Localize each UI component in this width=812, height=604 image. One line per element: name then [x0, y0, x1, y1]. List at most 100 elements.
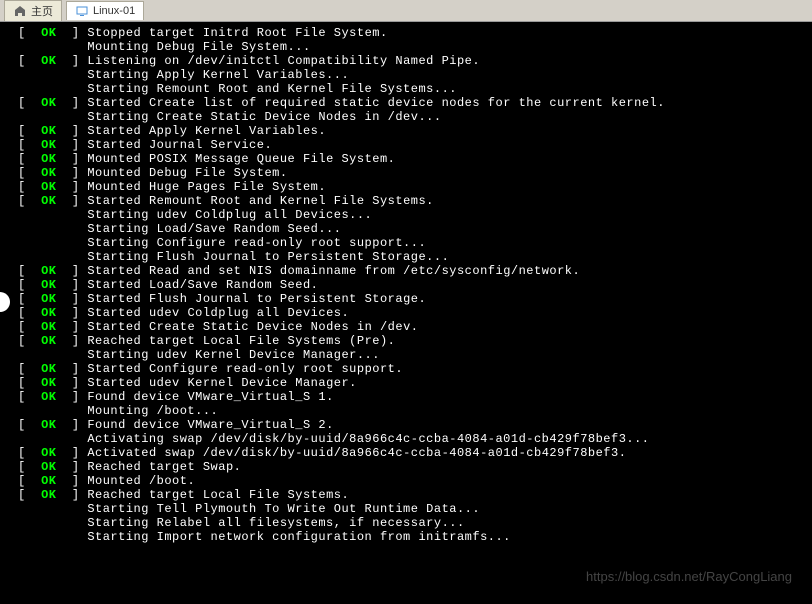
status-indent: [18, 68, 87, 82]
console-message: Found device VMware_Virtual_S 2.: [87, 418, 333, 432]
console-message: Starting udev Coldplug all Devices...: [87, 208, 372, 222]
status-prefix: [ OK ]: [18, 26, 87, 40]
status-indent: [18, 516, 87, 530]
console-message: Started udev Kernel Device Manager.: [87, 376, 357, 390]
status-prefix: [ OK ]: [18, 264, 87, 278]
status-prefix: [ OK ]: [18, 278, 87, 292]
status-prefix: [ OK ]: [18, 166, 87, 180]
console-message: Started Flush Journal to Persistent Stor…: [87, 292, 426, 306]
console-line: [ OK ] Started Create list of required s…: [18, 96, 794, 110]
status-ok: OK: [41, 278, 56, 292]
console-line: [ OK ] Started Create Static Device Node…: [18, 320, 794, 334]
status-ok: OK: [41, 418, 56, 432]
status-ok: OK: [41, 306, 56, 320]
console-message: Starting Remount Root and Kernel File Sy…: [87, 82, 457, 96]
status-prefix: [ OK ]: [18, 488, 87, 502]
console-message: Starting Relabel all filesystems, if nec…: [87, 516, 464, 530]
status-ok: OK: [41, 138, 56, 152]
console-message: Started Remount Root and Kernel File Sys…: [87, 194, 434, 208]
status-prefix: [ OK ]: [18, 180, 87, 194]
status-ok: OK: [41, 54, 56, 68]
console-line: Starting Load/Save Random Seed...: [18, 222, 794, 236]
console-message: Listening on /dev/initctl Compatibility …: [87, 54, 480, 68]
console-line: [ OK ] Mounted /boot.: [18, 474, 794, 488]
console-line: [ OK ] Reached target Swap.: [18, 460, 794, 474]
console-message: Started Load/Save Random Seed.: [87, 278, 318, 292]
status-prefix: [ OK ]: [18, 306, 87, 320]
console-line: Mounting /boot...: [18, 404, 794, 418]
console-line: Starting Tell Plymouth To Write Out Runt…: [18, 502, 794, 516]
status-indent: [18, 404, 87, 418]
console-line: [ OK ] Listening on /dev/initctl Compati…: [18, 54, 794, 68]
home-icon: [13, 4, 27, 18]
console-message: Starting Configure read-only root suppor…: [87, 236, 426, 250]
status-prefix: [ OK ]: [18, 96, 87, 110]
console-line: [ OK ] Started Journal Service.: [18, 138, 794, 152]
console-message: Stopped target Initrd Root File System.: [87, 26, 387, 40]
console-line: Starting udev Coldplug all Devices...: [18, 208, 794, 222]
status-ok: OK: [41, 474, 56, 488]
console-message: Starting Flush Journal to Persistent Sto…: [87, 250, 449, 264]
console-line: Mounting Debug File System...: [18, 40, 794, 54]
console-line: [ OK ] Found device VMware_Virtual_S 2.: [18, 418, 794, 432]
status-ok: OK: [41, 390, 56, 404]
console-line: [ OK ] Started udev Kernel Device Manage…: [18, 376, 794, 390]
console-message: Started Configure read-only root support…: [87, 362, 403, 376]
console-line: [ OK ] Started udev Coldplug all Devices…: [18, 306, 794, 320]
status-prefix: [ OK ]: [18, 376, 87, 390]
console-message: Starting Apply Kernel Variables...: [87, 68, 349, 82]
status-ok: OK: [41, 460, 56, 474]
status-ok: OK: [41, 376, 56, 390]
console-message: Mounted POSIX Message Queue File System.: [87, 152, 395, 166]
status-indent: [18, 208, 87, 222]
status-ok: OK: [41, 194, 56, 208]
status-prefix: [ OK ]: [18, 390, 87, 404]
console-message: Found device VMware_Virtual_S 1.: [87, 390, 333, 404]
status-prefix: [ OK ]: [18, 194, 87, 208]
status-indent: [18, 250, 87, 264]
tab-linux[interactable]: Linux-01: [66, 1, 144, 20]
status-ok: OK: [41, 320, 56, 334]
console-line: Starting Configure read-only root suppor…: [18, 236, 794, 250]
console-line: Starting Flush Journal to Persistent Sto…: [18, 250, 794, 264]
status-prefix: [ OK ]: [18, 460, 87, 474]
console-message: Reached target Swap.: [87, 460, 241, 474]
status-ok: OK: [41, 124, 56, 138]
console-line: Starting udev Kernel Device Manager...: [18, 348, 794, 362]
status-prefix: [ OK ]: [18, 54, 87, 68]
console-line: Starting Remount Root and Kernel File Sy…: [18, 82, 794, 96]
console-output: [ OK ] Stopped target Initrd Root File S…: [0, 22, 812, 548]
console-message: Started Journal Service.: [87, 138, 272, 152]
console-message: Started udev Coldplug all Devices.: [87, 306, 349, 320]
console-message: Starting Import network configuration fr…: [87, 530, 511, 544]
status-prefix: [ OK ]: [18, 446, 87, 460]
console-message: Started Read and set NIS domainname from…: [87, 264, 580, 278]
console-line: [ OK ] Started Load/Save Random Seed.: [18, 278, 794, 292]
status-prefix: [ OK ]: [18, 334, 87, 348]
console-line: [ OK ] Reached target Local File Systems…: [18, 488, 794, 502]
console-message: Starting Tell Plymouth To Write Out Runt…: [87, 502, 480, 516]
console-message: Reached target Local File Systems.: [87, 488, 349, 502]
status-prefix: [ OK ]: [18, 124, 87, 138]
status-prefix: [ OK ]: [18, 292, 87, 306]
status-indent: [18, 40, 87, 54]
console-line: [ OK ] Started Apply Kernel Variables.: [18, 124, 794, 138]
console-line: [ OK ] Mounted Debug File System.: [18, 166, 794, 180]
status-ok: OK: [41, 180, 56, 194]
status-ok: OK: [41, 26, 56, 40]
monitor-icon: [75, 4, 89, 18]
console-line: Starting Apply Kernel Variables...: [18, 68, 794, 82]
status-ok: OK: [41, 166, 56, 180]
console-line: Starting Relabel all filesystems, if nec…: [18, 516, 794, 530]
status-prefix: [ OK ]: [18, 418, 87, 432]
status-prefix: [ OK ]: [18, 320, 87, 334]
tab-linux-label: Linux-01: [93, 5, 135, 17]
status-indent: [18, 432, 87, 446]
tab-home[interactable]: 主页: [4, 0, 62, 21]
console-line: [ OK ] Started Configure read-only root …: [18, 362, 794, 376]
console-line: [ OK ] Mounted Huge Pages File System.: [18, 180, 794, 194]
status-indent: [18, 82, 87, 96]
console-line: [ OK ] Reached target Local File Systems…: [18, 334, 794, 348]
status-ok: OK: [41, 152, 56, 166]
console-line: [ OK ] Found device VMware_Virtual_S 1.: [18, 390, 794, 404]
